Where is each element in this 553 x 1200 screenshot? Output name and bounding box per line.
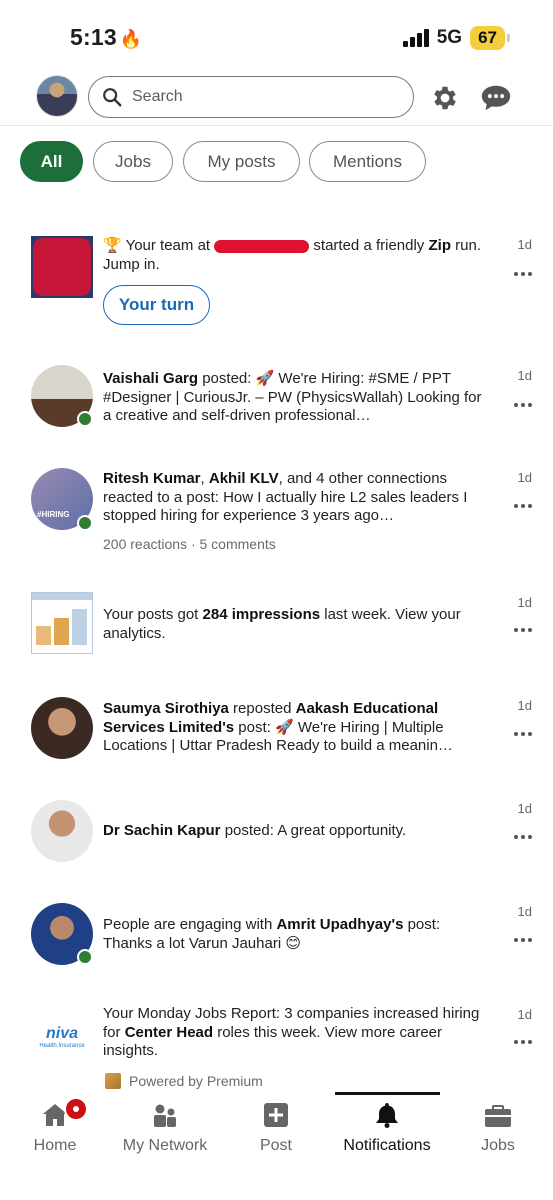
notification-item[interactable]: Dr Sachin Kapur posted: A great opportun… (0, 798, 553, 868)
redacted-team-name (214, 239, 310, 253)
search-input[interactable]: Search (88, 76, 414, 118)
company-logo: niva Health Insurance (31, 1006, 93, 1068)
powered-by-premium: Powered by Premium (105, 1073, 263, 1089)
gear-icon[interactable] (430, 83, 460, 113)
notification-time: 1d (517, 237, 532, 252)
search-placeholder: Search (132, 88, 183, 105)
notification-time: 1d (517, 595, 532, 610)
online-status-icon (77, 515, 93, 531)
more-options-icon[interactable] (514, 504, 532, 510)
notification-time: 1d (517, 904, 532, 919)
notification-item[interactable]: niva Health Insurance Your Monday Jobs R… (0, 1004, 553, 1064)
notification-time: 1d (517, 1007, 532, 1022)
status-time: 5:13 🔥 (70, 24, 143, 50)
notification-item[interactable]: Your posts got 284 impressions last week… (0, 592, 553, 662)
hotspot-icon: 🔥 (119, 29, 143, 49)
more-options-icon[interactable] (514, 835, 532, 841)
notification-time: 1d (517, 801, 532, 816)
more-options-icon[interactable] (514, 403, 532, 409)
briefcase-icon (485, 1105, 511, 1127)
notification-time: 1d (517, 470, 532, 485)
more-options-icon[interactable] (514, 1040, 532, 1046)
more-options-icon[interactable] (514, 938, 532, 944)
status-indicators: 5G 67 (402, 26, 510, 50)
more-options-icon[interactable] (514, 732, 532, 738)
battery-icon: 67 (470, 26, 510, 50)
filter-jobs[interactable]: Jobs (93, 141, 173, 182)
notification-time: 1d (517, 698, 532, 713)
bell-icon (376, 1103, 398, 1128)
nav-post[interactable]: Post (221, 1092, 331, 1172)
more-options-icon[interactable] (514, 628, 532, 634)
nav-my-network[interactable]: My Network (110, 1092, 220, 1172)
company-logo-subtext: Health Insurance (39, 1043, 85, 1049)
notification-item[interactable]: 🏆 Your team at started a friendly Zip ru… (0, 230, 553, 340)
notification-item[interactable]: Vaishali Garg posted: 🚀 We're Hiring: #S… (0, 365, 553, 445)
avatar (31, 800, 93, 862)
notifications-screen: 5:13 🔥 5G 67 Search All Jobs My posts Me… (0, 0, 553, 1200)
notification-text: Saumya Sirothiya reposted Aakash Educati… (103, 700, 453, 754)
nav-home[interactable]: Home (0, 1092, 110, 1172)
hiring-badge: #HIRING (37, 510, 70, 519)
home-notification-badge (64, 1097, 88, 1121)
filter-mentions[interactable]: Mentions (309, 141, 426, 182)
top-header: Search (0, 72, 553, 126)
premium-icon (105, 1073, 121, 1089)
notification-text: Vaishali Garg posted: 🚀 We're Hiring: #S… (103, 370, 482, 424)
company-logo-text: niva (45, 1025, 78, 1042)
notification-time: 1d (517, 368, 532, 383)
signal-icon (402, 29, 429, 47)
profile-avatar[interactable] (36, 75, 78, 117)
post-icon (264, 1103, 288, 1127)
search-icon (103, 88, 122, 107)
notification-item[interactable]: People are engaging with Amrit Upadhyay'… (0, 901, 553, 971)
filter-all[interactable]: All (20, 141, 83, 182)
notification-text: Your posts got 284 impressions last week… (103, 606, 461, 642)
filter-my-posts[interactable]: My posts (183, 141, 300, 182)
online-status-icon (77, 949, 93, 965)
network-icon (154, 1104, 176, 1127)
notification-text: Your Monday Jobs Report: 3 companies inc… (103, 1005, 480, 1059)
analytics-chart-icon (31, 592, 93, 654)
your-turn-button[interactable]: Your turn (103, 285, 210, 325)
network-type: 5G (436, 27, 463, 48)
notification-text: Ritesh Kumar, Akhil KLV, and 4 other con… (103, 470, 468, 524)
team-thumbnail (31, 236, 93, 298)
status-bar: 5:13 🔥 5G 67 (0, 0, 553, 64)
notification-item[interactable]: #HIRING Ritesh Kumar, Akhil KLV, and 4 o… (0, 466, 553, 566)
messaging-icon[interactable] (480, 83, 512, 113)
redacted-mark (33, 238, 91, 296)
online-status-icon (77, 411, 93, 427)
more-options-icon[interactable] (514, 272, 532, 278)
notification-text: 🏆 Your team at started a friendly Zip ru… (103, 237, 481, 273)
notification-text: People are engaging with Amrit Upadhyay'… (103, 916, 441, 952)
notification-text: Dr Sachin Kapur posted: A great opportun… (103, 822, 407, 839)
reactions-summary[interactable]: 200 reactions · 5 comments (103, 536, 276, 552)
nav-jobs[interactable]: Jobs (443, 1092, 553, 1172)
nav-notifications[interactable]: Notifications (332, 1092, 442, 1172)
notification-item[interactable]: Saumya Sirothiya reposted Aakash Educati… (0, 695, 553, 775)
active-tab-indicator (335, 1092, 440, 1095)
avatar (31, 697, 93, 759)
